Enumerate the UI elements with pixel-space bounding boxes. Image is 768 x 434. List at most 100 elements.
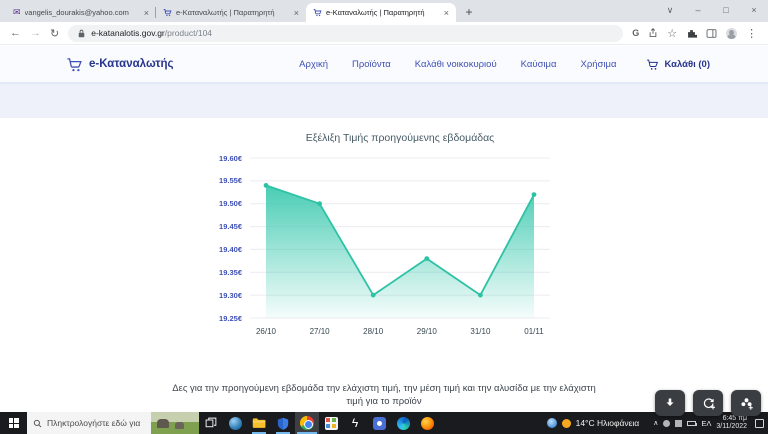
- shield-app-button[interactable]: [271, 412, 295, 434]
- tab-title: vangelis_dourakis@yahoo.com: [25, 8, 140, 17]
- back-icon[interactable]: ←: [10, 27, 21, 39]
- tab-ekatanalotis-1[interactable]: e-Καταναλωτής | Παρατηρητή ×: [156, 3, 306, 22]
- profile-icon[interactable]: [726, 28, 737, 39]
- close-icon[interactable]: ×: [144, 8, 149, 18]
- firefox-icon: [421, 417, 434, 430]
- taskbar-weather[interactable]: 14°C Ηλιοφάνεια: [547, 418, 640, 428]
- folder-icon: [252, 417, 266, 429]
- hero-band: [0, 82, 768, 118]
- refresh-add-button[interactable]: [693, 390, 723, 416]
- maximize-button[interactable]: □: [712, 0, 740, 20]
- file-explorer-button[interactable]: [247, 412, 271, 434]
- search-placeholder: Πληκτρολογήστε εδώ για: [47, 418, 146, 428]
- clock-date: 3/11/2022: [716, 423, 747, 431]
- search-icon: [33, 419, 42, 428]
- cart-icon: [163, 8, 172, 17]
- chart-body: 19.60€ 19.55€ 19.50€ 19.45€ 19.40€ 19.35€ 19.3…: [190, 146, 558, 351]
- tab-title: e-Καταναλωτής | Παρατηρητή: [176, 8, 290, 17]
- system-tray: ∧ ΕΛ 6:45 πμ 3/11/2022: [653, 415, 764, 431]
- clock-time: 6:45 πμ: [716, 415, 747, 423]
- data-point: [371, 293, 376, 298]
- close-icon[interactable]: ×: [444, 8, 449, 18]
- clover-add-button[interactable]: [731, 390, 761, 416]
- weather-label: 14°C Ηλιοφάνεια: [576, 418, 640, 428]
- extensions-icon[interactable]: [686, 28, 697, 39]
- nav-useful[interactable]: Χρήσιμα: [581, 59, 617, 70]
- lightning-app-button[interactable]: ϟ: [343, 412, 367, 434]
- taskbar-search[interactable]: Πληκτρολογήστε εδώ για: [27, 412, 199, 434]
- taskbar-clock[interactable]: 6:45 πμ 3/11/2022: [716, 415, 747, 431]
- y-axis-label: 19.45€: [190, 222, 242, 231]
- nav-home[interactable]: Αρχική: [299, 59, 328, 70]
- task-view-icon: [205, 417, 217, 429]
- y-axis-label: 19.25€: [190, 314, 242, 323]
- footer-note: Δες για την προηγούμενη εβδομάδα την ελά…: [164, 382, 604, 408]
- url-field[interactable]: e-katanalotis.gov.gr/product/104: [68, 25, 623, 42]
- forward-icon[interactable]: →: [30, 27, 41, 39]
- search-highlight-image: [151, 412, 199, 434]
- x-axis-label: 28/10: [353, 327, 393, 336]
- data-point: [317, 201, 322, 206]
- y-axis-label: 19.60€: [190, 154, 242, 163]
- header-cart-button[interactable]: Καλάθι (0): [646, 58, 710, 71]
- y-axis-label: 19.50€: [190, 199, 242, 208]
- sun-icon: [562, 419, 571, 428]
- tray-volume-icon[interactable]: [675, 420, 682, 427]
- data-point: [424, 256, 429, 261]
- download-button[interactable]: [655, 390, 685, 416]
- sidebar-icon[interactable]: [706, 28, 717, 39]
- firefox-app-button[interactable]: [415, 412, 439, 434]
- chevron-down-icon[interactable]: ∨: [656, 0, 684, 20]
- browser-tab-strip: ✉ vangelis_dourakis@yahoo.com × e-Κατανα…: [0, 0, 768, 22]
- translate-icon[interactable]: G: [632, 28, 639, 38]
- task-view-button[interactable]: [199, 412, 223, 434]
- chrome-icon: [300, 416, 314, 430]
- y-axis-label: 19.35€: [190, 268, 242, 277]
- x-axis-label: 31/10: [460, 327, 500, 336]
- close-icon[interactable]: ×: [294, 8, 299, 18]
- taskbar: Πληκτρολογήστε εδώ για ϟ 14°C Ηλιοφάνεια…: [0, 412, 768, 434]
- main-nav: Αρχική Προϊόντα Καλάθι νοικοκυριού Καύσι…: [299, 59, 616, 70]
- x-axis-label: 29/10: [407, 327, 447, 336]
- tab-mail[interactable]: ✉ vangelis_dourakis@yahoo.com ×: [6, 3, 156, 22]
- chart-title: Εξέλιξη Τιμής προηγούμενης εβδομάδας: [250, 132, 550, 144]
- new-tab-button[interactable]: +: [460, 3, 478, 21]
- notification-center-icon[interactable]: [755, 419, 764, 428]
- tray-cloud-icon[interactable]: [663, 420, 670, 427]
- edge-icon: [397, 417, 410, 430]
- minimize-button[interactable]: –: [684, 0, 712, 20]
- y-axis-label: 19.30€: [190, 291, 242, 300]
- tray-battery-icon[interactable]: [687, 421, 696, 426]
- bookmark-star-icon[interactable]: ☆: [667, 27, 677, 40]
- close-window-button[interactable]: ×: [740, 0, 768, 20]
- chrome-app-button[interactable]: [295, 412, 319, 434]
- menu-icon[interactable]: ⋮: [746, 27, 757, 40]
- start-button[interactable]: [0, 412, 27, 434]
- chart-plot[interactable]: [250, 152, 550, 324]
- nav-household-basket[interactable]: Καλάθι νοικοκυριού: [415, 59, 497, 70]
- overlay-buttons: [655, 390, 761, 416]
- address-bar: ← → ↻ e-katanalotis.gov.gr/product/104 G…: [0, 22, 768, 45]
- tab-ekatanalotis-2-active[interactable]: e-Καταναλωτής | Παρατηρητή ×: [306, 3, 456, 22]
- x-axis-label: 27/10: [300, 327, 340, 336]
- cart-icon: [646, 58, 659, 71]
- blue-app-button[interactable]: [367, 412, 391, 434]
- site-logo[interactable]: e-Καταναλωτής: [66, 56, 173, 73]
- app-sphere-button[interactable]: [223, 412, 247, 434]
- nav-products[interactable]: Προϊόντα: [352, 59, 391, 70]
- language-indicator[interactable]: ΕΛ: [701, 419, 711, 428]
- price-chart-section: Εξέλιξη Τιμής προηγούμενης εβδομάδας 19.…: [190, 132, 558, 351]
- edge-app-button[interactable]: [391, 412, 415, 434]
- url-text: e-katanalotis.gov.gr/product/104: [91, 28, 212, 38]
- nav-fuel[interactable]: Καύσιμα: [521, 59, 557, 70]
- store-app-button[interactable]: [319, 412, 343, 434]
- data-point: [478, 293, 483, 298]
- site-header: e-Καταναλωτής Αρχική Προϊόντα Καλάθι νοι…: [0, 46, 768, 82]
- windows-logo-icon: [9, 418, 19, 428]
- y-axis-label: 19.55€: [190, 176, 242, 185]
- y-axis-label: 19.40€: [190, 245, 242, 254]
- blue-app-icon: [373, 417, 386, 430]
- reload-icon[interactable]: ↻: [50, 27, 59, 40]
- share-icon[interactable]: [648, 28, 658, 38]
- tray-chevron-icon[interactable]: ∧: [653, 419, 658, 427]
